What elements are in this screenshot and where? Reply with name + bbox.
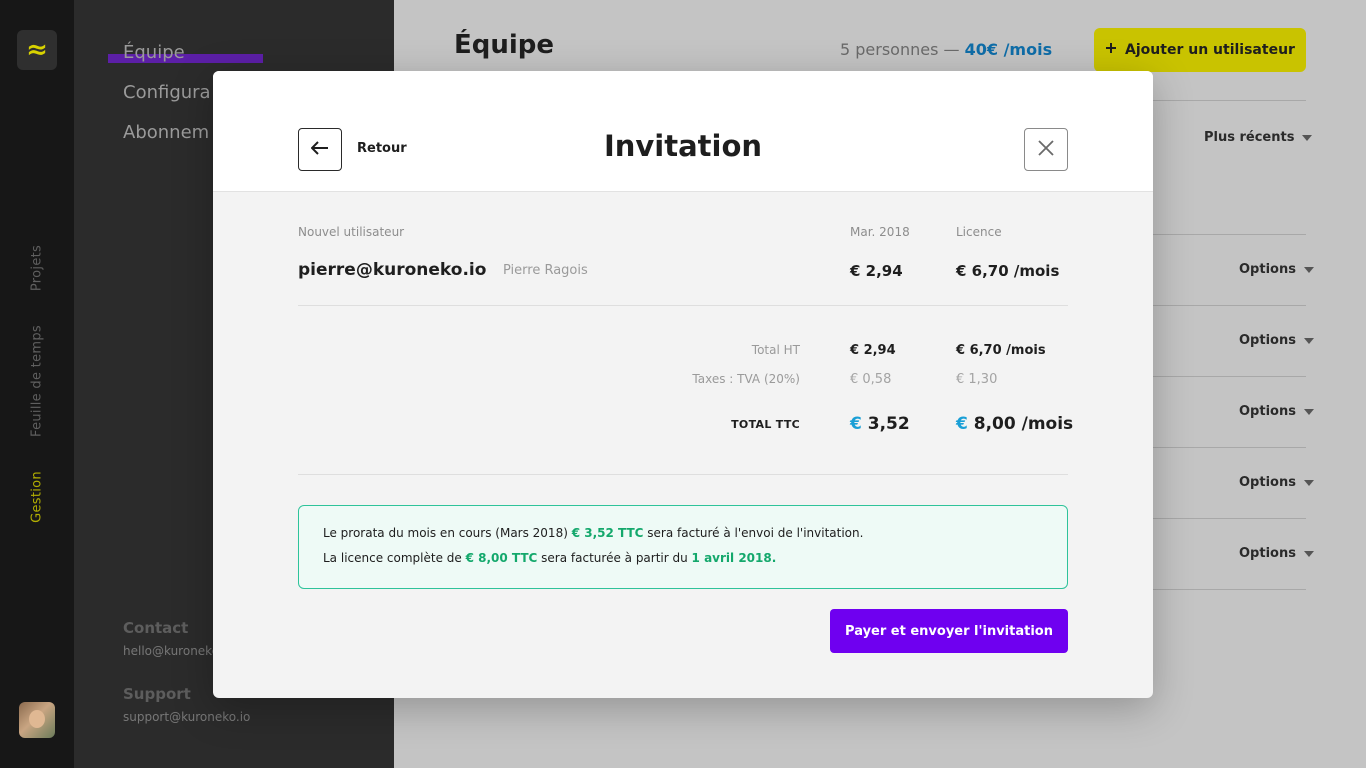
info-line-licence: La licence complète de € 8,00 TTC sera f… (323, 551, 776, 565)
chevron-down-icon (1303, 266, 1314, 273)
chevron-down-icon (1303, 408, 1314, 415)
close-button[interactable] (1024, 128, 1068, 171)
plus-icon (1105, 42, 1117, 58)
user-month-price: € 2,94 (850, 262, 903, 280)
sidebar-item-equipe[interactable]: Équipe (123, 42, 185, 63)
column-header-licence: Licence (956, 225, 1002, 239)
close-icon (1038, 140, 1054, 159)
logo-icon[interactable]: ≈ (17, 30, 57, 70)
chevron-down-icon (1303, 479, 1314, 486)
main-rail: ≈ Projets Feuille de temps Gestion (0, 0, 74, 768)
sort-dropdown[interactable]: Plus récents (1204, 130, 1313, 145)
options-label: Options (1239, 404, 1296, 419)
info-highlight: € 3,52 TTC (571, 526, 644, 540)
user-name: Pierre Ragois (503, 263, 588, 278)
info-text: La licence complète de (323, 551, 466, 565)
options-dropdown[interactable]: Options (1239, 546, 1314, 561)
sort-label: Plus récents (1204, 130, 1295, 145)
chevron-down-icon (1302, 134, 1313, 141)
page-title: Équipe (454, 30, 555, 60)
user-email: pierre@kuroneko.io (298, 260, 487, 280)
info-notice: Le prorata du mois en cours (Mars 2018) … (298, 505, 1068, 589)
total-ttc-licence-value: 8,00 /mois (967, 414, 1074, 434)
user-licence-price: € 6,70 /mois (956, 262, 1060, 280)
team-count: 5 personnes — (840, 40, 965, 59)
contact-email-link[interactable]: hello@kuroneko (123, 644, 219, 658)
column-header-month: Mar. 2018 (850, 225, 910, 239)
sidebar-item-configuration[interactable]: Configura (123, 82, 211, 103)
options-dropdown[interactable]: Options (1239, 404, 1314, 419)
pay-and-send-button[interactable]: Payer et envoyer l'invitation (830, 609, 1068, 653)
sidebar-item-abonnement[interactable]: Abonnem (123, 122, 209, 143)
total-ttc-licence: € 8,00 /mois (956, 414, 1073, 434)
column-header-user: Nouvel utilisateur (298, 225, 405, 239)
total-ttc-label: TOTAL TTC (731, 418, 800, 431)
total-ttc-month-value: 3,52 (861, 414, 910, 434)
info-text: sera facturée à partir du (537, 551, 692, 565)
info-text: sera facturé à l'envoi de l'invitation. (643, 526, 864, 540)
total-ht-label: Total HT (751, 343, 800, 357)
divider (298, 305, 1068, 306)
rail-item-projets[interactable]: Projets (30, 245, 45, 291)
options-label: Options (1239, 546, 1296, 561)
info-highlight-date: 1 avril 2018. (691, 551, 777, 565)
team-price: 40€ /mois (964, 40, 1053, 59)
total-ht-licence: € 6,70 /mois (956, 343, 1046, 358)
add-user-label: Ajouter un utilisateur (1125, 42, 1295, 58)
total-ttc-month: € 3,52 (850, 414, 910, 434)
info-text: Le prorata du mois en cours (Mars 2018) (323, 526, 572, 540)
options-dropdown[interactable]: Options (1239, 262, 1314, 277)
user-avatar-icon[interactable] (19, 702, 55, 738)
add-user-button[interactable]: Ajouter un utilisateur (1094, 28, 1306, 72)
options-dropdown[interactable]: Options (1239, 475, 1314, 490)
options-label: Options (1239, 333, 1296, 348)
euro-symbol: € (956, 414, 968, 434)
tax-label: Taxes : TVA (20%) (692, 372, 800, 386)
options-dropdown[interactable]: Options (1239, 333, 1314, 348)
options-label: Options (1239, 262, 1296, 277)
rail-item-feuille-de-temps[interactable]: Feuille de temps (30, 325, 45, 437)
chevron-down-icon (1303, 550, 1314, 557)
support-email-link[interactable]: support@kuroneko.io (123, 710, 250, 724)
info-line-prorata: Le prorata du mois en cours (Mars 2018) … (323, 526, 863, 540)
modal-title: Invitation (603, 129, 763, 163)
euro-symbol: € (850, 414, 862, 434)
modal-header: Retour Invitation (213, 71, 1153, 192)
contact-label: Contact (123, 619, 189, 637)
support-label: Support (123, 685, 191, 703)
divider (298, 474, 1068, 475)
chevron-down-icon (1303, 337, 1314, 344)
rail-item-gestion[interactable]: Gestion (30, 471, 45, 523)
invitation-modal: Retour Invitation Nouvel utilisateur Mar… (213, 71, 1153, 698)
tax-licence: € 1,30 (956, 372, 998, 387)
tax-month: € 0,58 (850, 372, 892, 387)
team-summary: 5 personnes — 40€ /mois (840, 40, 1052, 59)
info-highlight: € 8,00 TTC (465, 551, 538, 565)
options-label: Options (1239, 475, 1296, 490)
total-ht-month: € 2,94 (850, 343, 896, 358)
